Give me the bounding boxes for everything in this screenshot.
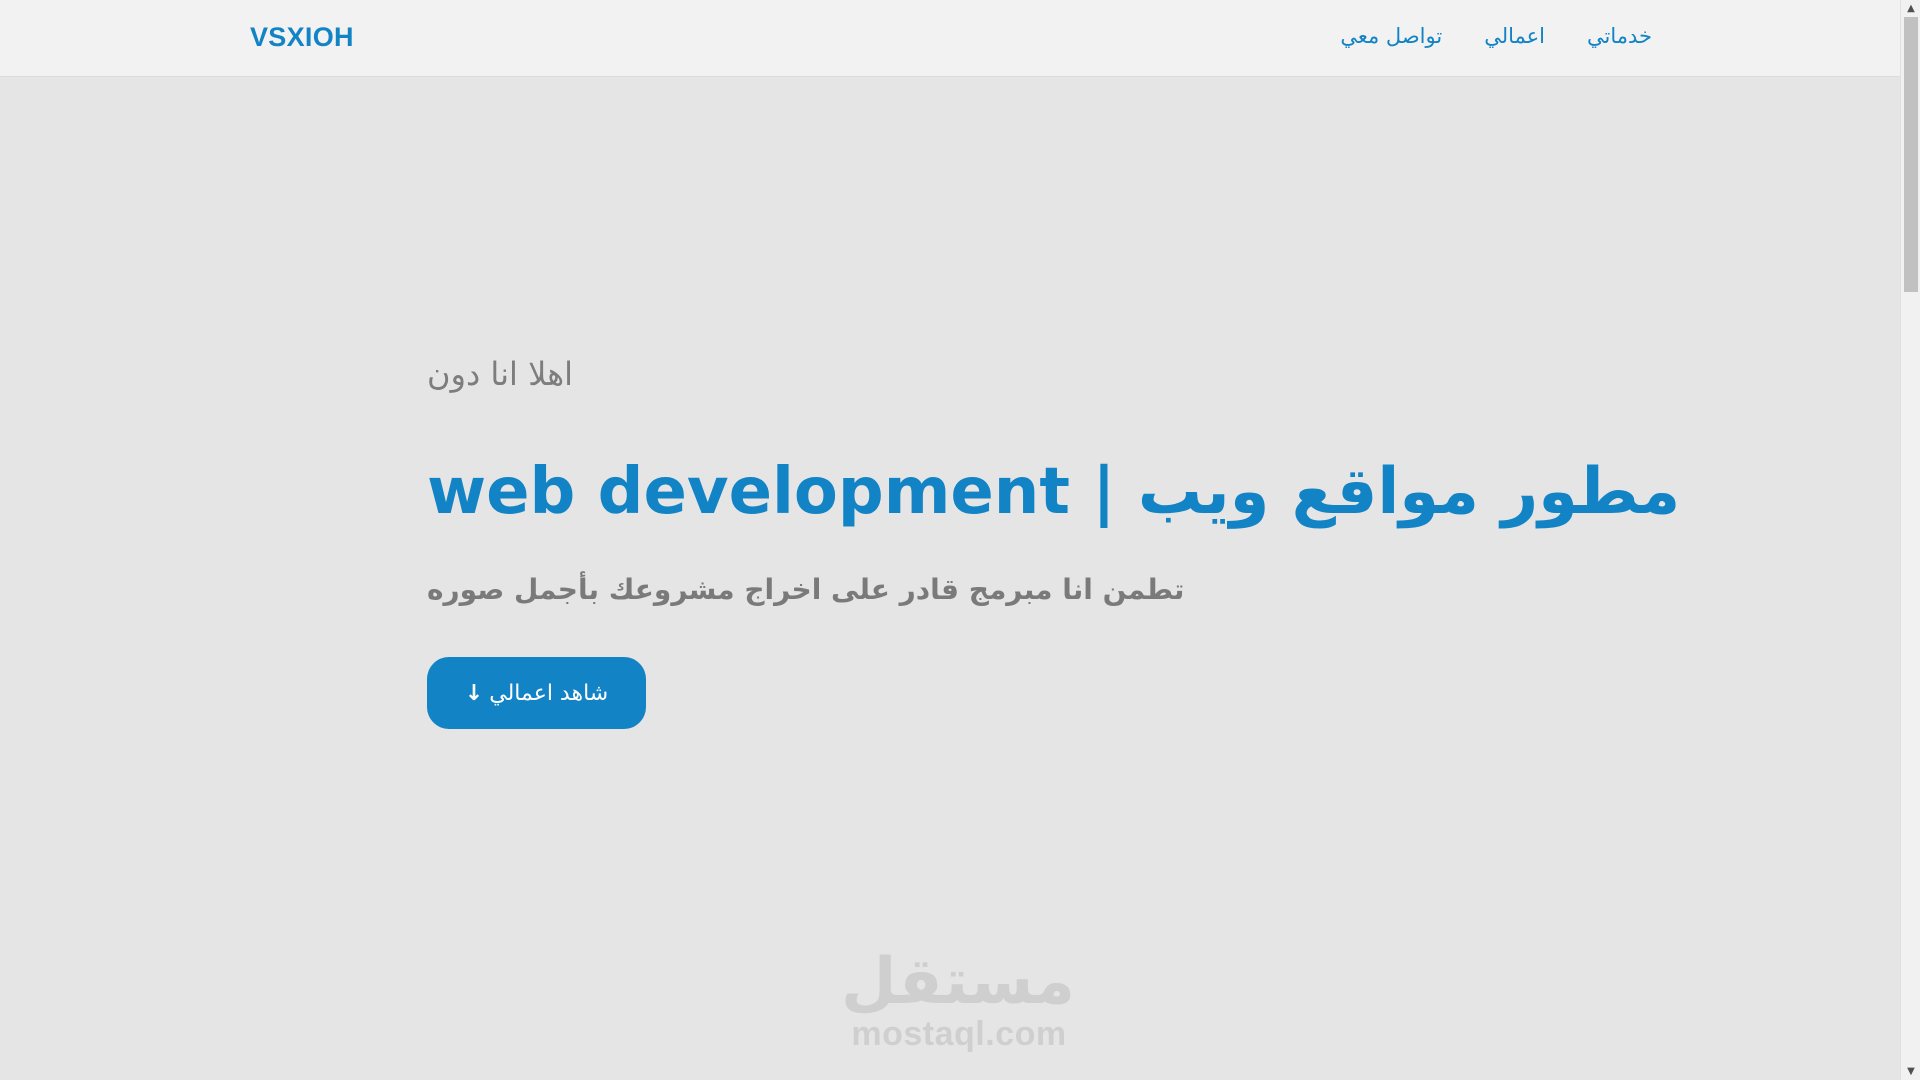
- nav-links: خدماتي اعمالي تواصل معي: [1340, 24, 1652, 48]
- nav-link-contact[interactable]: تواصل معي: [1340, 24, 1442, 48]
- hero-headline: مطور مواقع ويب | web development: [427, 455, 1681, 529]
- arrow-down-icon: ↓: [464, 680, 484, 706]
- nav-link-portfolio[interactable]: اعمالي: [1484, 24, 1545, 48]
- brand-logo[interactable]: VSXIOH: [250, 22, 354, 53]
- scrollbar-thumb[interactable]: [1904, 17, 1918, 292]
- hero-section: اهلا انا دون مطور مواقع ويب | web develo…: [427, 355, 1680, 729]
- nav-link-services[interactable]: خدماتي: [1587, 24, 1652, 48]
- scroll-down-arrow-icon[interactable]: ▼: [1901, 1063, 1920, 1080]
- vertical-scrollbar[interactable]: ▲ ▼: [1900, 0, 1920, 1080]
- view-portfolio-button[interactable]: شاهد اعمالي ↓: [427, 657, 646, 729]
- watermark-logo: مستقل mostaql.com: [840, 945, 1075, 1054]
- watermark-latin: mostaql.com: [851, 1015, 1067, 1053]
- cta-label: شاهد اعمالي: [489, 680, 609, 706]
- navbar: VSXIOH خدماتي اعمالي تواصل معي: [0, 0, 1900, 77]
- page: VSXIOH خدماتي اعمالي تواصل معي اهلا انا …: [0, 0, 1920, 1080]
- watermark-arabic: مستقل: [840, 945, 1075, 1019]
- hero-greeting: اهلا انا دون: [427, 355, 573, 393]
- scroll-up-arrow-icon[interactable]: ▲: [1901, 0, 1920, 17]
- hero-subtitle: تطمن انا مبرمج قادر على اخراج مشروعك بأج…: [427, 573, 1185, 606]
